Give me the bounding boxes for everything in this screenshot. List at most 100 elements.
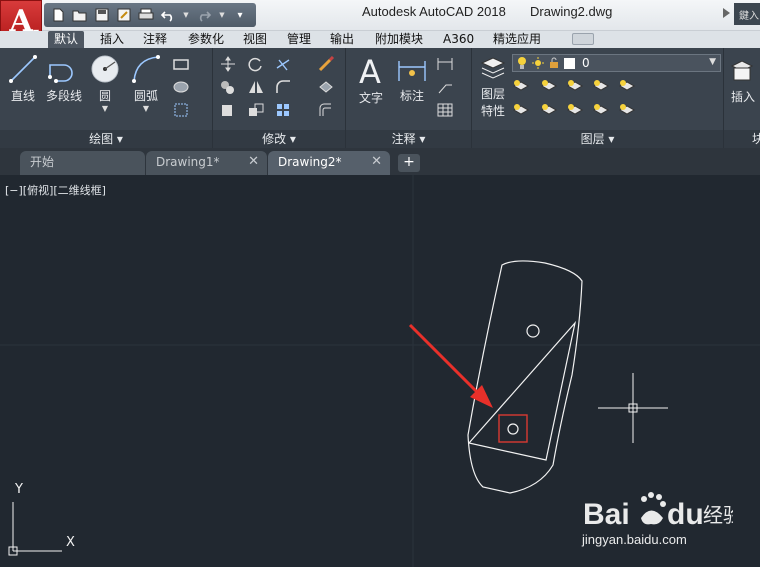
tab-1[interactable]: 插入 [94,31,130,48]
move-icon[interactable] [219,56,237,72]
crosshair-cursor [598,373,668,443]
expand-icon[interactable] [720,6,734,20]
leader-icon[interactable] [436,79,454,95]
layer-dropdown[interactable]: 0 ▼ [512,54,721,72]
stretch-icon[interactable] [219,102,237,118]
polyline-button[interactable]: 多段线 [46,53,82,104]
title-bar: A ▼ ▼ ▼ ▾ Autodesk AutoCAD 2018 Drawing2… [0,0,760,44]
tab-4[interactable]: 视图 [237,31,273,48]
draw-panel: 直线 多段线 圆 ▼ 圆弧 ▼ 绘图 ▾ [0,48,213,148]
scale-icon[interactable] [247,102,265,118]
table-icon[interactable] [436,102,454,118]
ucs-x-label: X [66,535,75,550]
chevron-down-icon[interactable]: ▼ [143,104,149,113]
file-title: Drawing2.dwg [530,4,613,19]
copy-icon[interactable] [219,79,237,95]
ribbon-tab-bar: 默认 插入 注释 参数化 视图 管理 输出 附加模块 A360 精选应用 [0,31,760,48]
layer-thaw-icon[interactable] [566,102,584,118]
draw-panel-label[interactable]: 绘图 ▾ [0,130,212,148]
drawn-circle[interactable] [507,423,519,435]
insert-block-icon [730,60,754,81]
baidu-logo-icon: Bai du 经验 [583,492,733,531]
chevron-down-icon: ▼ [709,57,716,67]
fillet-icon[interactable] [275,79,293,95]
line-icon [9,55,37,83]
tab-9[interactable]: 精选应用 [487,31,547,48]
viewport-controls[interactable]: [−][俯视][二维线框] [5,182,106,198]
modify-panel: 修改 ▾ [213,48,346,148]
linear-dimension-icon[interactable] [436,56,454,72]
saveas-icon[interactable] [116,7,132,23]
arc-icon [132,55,160,83]
ribbon-minimize-icon[interactable] [572,33,594,45]
tab-start[interactable]: 开始 [20,151,145,175]
trim-icon[interactable] [275,56,293,72]
layer-walk-icon[interactable] [540,102,558,118]
dimension-icon [398,61,426,81]
chevron-down-icon[interactable]: ▼ [102,104,108,113]
mirror-icon[interactable] [247,79,265,95]
layer-lock-icon[interactable] [592,78,610,94]
unlock-icon [550,57,558,68]
layers-panel-label[interactable]: 图层 ▾ [472,130,723,148]
ucs-icon [8,502,62,556]
save-icon[interactable] [94,7,110,23]
layer-freeze-icon[interactable] [566,78,584,94]
open-icon[interactable] [72,7,88,23]
more-icon[interactable]: ▾ [232,7,248,23]
layer-off-icon[interactable] [512,78,530,94]
explode-icon[interactable] [317,79,335,95]
svg-text:du: du [667,498,704,531]
circle-icon [91,55,119,83]
drawn-shape[interactable] [467,260,583,494]
boundary-icon[interactable] [172,102,190,118]
layer-unisolate-icon[interactable] [512,102,530,118]
tab-7[interactable]: 附加模块 [369,31,429,48]
close-icon[interactable]: ✕ [248,151,259,173]
layer-properties-button[interactable]: 图层 特性 [478,53,508,119]
tab-2[interactable]: 注释 [137,31,173,48]
annotation-panel-label[interactable]: 注释 ▾ [346,130,471,148]
chevron-down-icon[interactable]: ▼ [182,7,190,23]
tab-8[interactable]: A360 [437,31,480,48]
block-panel-label[interactable]: 块 [724,130,760,148]
text-button[interactable]: A 文字 [356,53,386,106]
undo-icon[interactable] [160,7,176,23]
rectangle-icon[interactable] [172,56,190,72]
watermark-url: jingyan.baidu.com [582,532,687,547]
circle-button[interactable]: 圆 ▼ [89,53,121,113]
quick-access-toolbar: ▼ ▼ ▾ [44,3,256,27]
offset-icon[interactable] [317,102,335,118]
new-tab-button[interactable]: + [398,154,420,172]
tab-drawing1[interactable]: Drawing1* ✕ [146,151,267,175]
layer-match-icon[interactable] [618,78,636,94]
erase-icon[interactable] [317,56,335,72]
layers-panel: 图层 特性 0 ▼ 图层 ▾ [472,48,724,148]
close-icon[interactable]: ✕ [371,151,382,173]
chevron-down-icon[interactable]: ▼ [218,7,226,23]
insert-button[interactable]: 插入 [728,56,758,105]
rotate-icon[interactable] [247,56,265,72]
line-button[interactable]: 直线 [8,53,38,104]
drawn-circle[interactable] [526,324,540,338]
redo-icon[interactable] [196,7,212,23]
modify-panel-label[interactable]: 修改 ▾ [213,130,345,148]
tab-drawing2[interactable]: Drawing2* ✕ [268,151,390,175]
array-icon[interactable] [275,102,293,118]
document-tab-bar: 开始 Drawing1* ✕ Drawing2* ✕ + [0,148,760,175]
ucs-y-label: Y [15,482,23,497]
search-input[interactable]: 鍵入 [734,3,760,25]
hatch-icon[interactable] [172,79,190,95]
layer-unlock-icon[interactable] [592,102,610,118]
tab-0[interactable]: 默认 [48,31,85,48]
layer-merge-icon[interactable] [618,102,636,118]
dimension-button[interactable]: 标注 [396,53,428,104]
layer-isolate-icon[interactable] [540,78,558,94]
new-icon[interactable] [50,7,66,23]
arc-button[interactable]: 圆弧 ▼ [130,53,162,113]
tab-3[interactable]: 参数化 [182,31,230,48]
text-icon: A [359,53,381,87]
print-icon[interactable] [138,7,154,23]
tab-6[interactable]: 输出 [324,31,360,48]
tab-5[interactable]: 管理 [281,31,317,48]
